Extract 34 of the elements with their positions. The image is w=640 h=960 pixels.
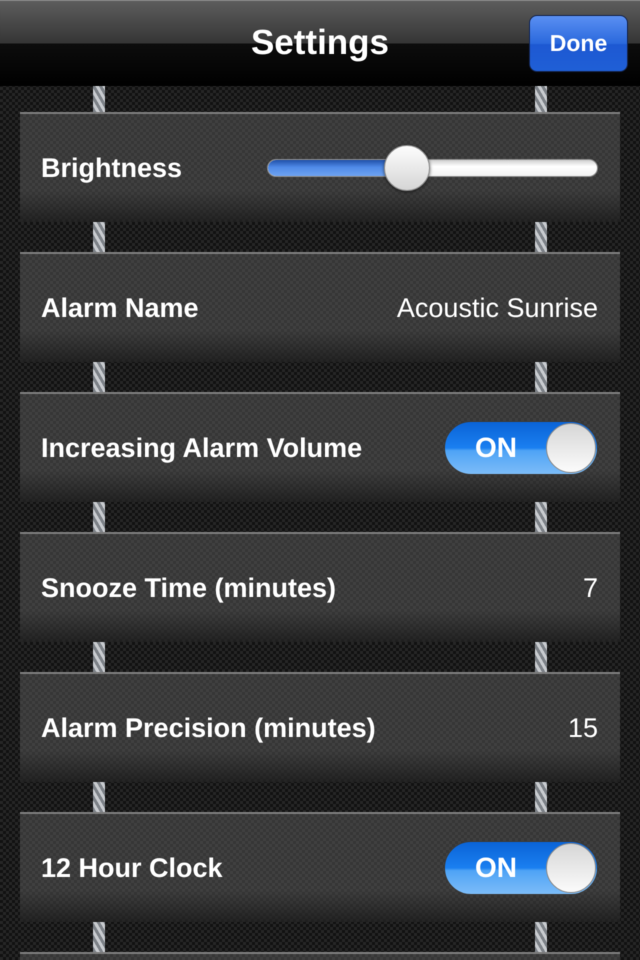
cable-icon (93, 502, 105, 532)
row-label: Brightness (41, 152, 182, 185)
cable-icon (535, 86, 547, 112)
cable-icon (535, 222, 547, 252)
cable-icon (93, 642, 105, 672)
row-value: Acoustic Sunrise (396, 292, 598, 325)
row-label: Snooze Time (minutes) (41, 572, 336, 605)
cable-icon (535, 642, 547, 672)
row-value: 15 (568, 712, 598, 745)
cable-icon (93, 922, 105, 952)
settings-row[interactable]: Alarm Precision (minutes) 15 (20, 672, 620, 782)
row-label: 12 Hour Clock (41, 852, 223, 885)
toggle-switch[interactable]: ON (444, 421, 598, 475)
cable-icon (535, 782, 547, 812)
settings-row[interactable]: Alarm Name Acoustic Sunrise (20, 252, 620, 362)
cable-icon (93, 362, 105, 392)
row-label: Alarm Precision (minutes) (41, 712, 376, 745)
cable-icon (93, 222, 105, 252)
cable-icon (535, 502, 547, 532)
row-label: Alarm Name (41, 292, 199, 325)
brightness-slider[interactable] (267, 145, 598, 191)
knob-icon (546, 423, 596, 473)
settings-row[interactable]: Snooze Time (minutes) 7 (20, 532, 620, 642)
row-value: 7 (582, 572, 598, 605)
row-label: Increasing Alarm Volume (41, 432, 362, 465)
done-button[interactable]: Done (529, 15, 628, 72)
cable-icon (535, 922, 547, 952)
cable-icon (93, 86, 105, 112)
knob-icon (546, 843, 596, 893)
cable-icon (93, 782, 105, 812)
slider-thumb[interactable] (384, 145, 430, 191)
toggle-switch[interactable]: ON (444, 841, 598, 895)
cable-icon (535, 362, 547, 392)
screen-title: Settings (250, 22, 390, 64)
